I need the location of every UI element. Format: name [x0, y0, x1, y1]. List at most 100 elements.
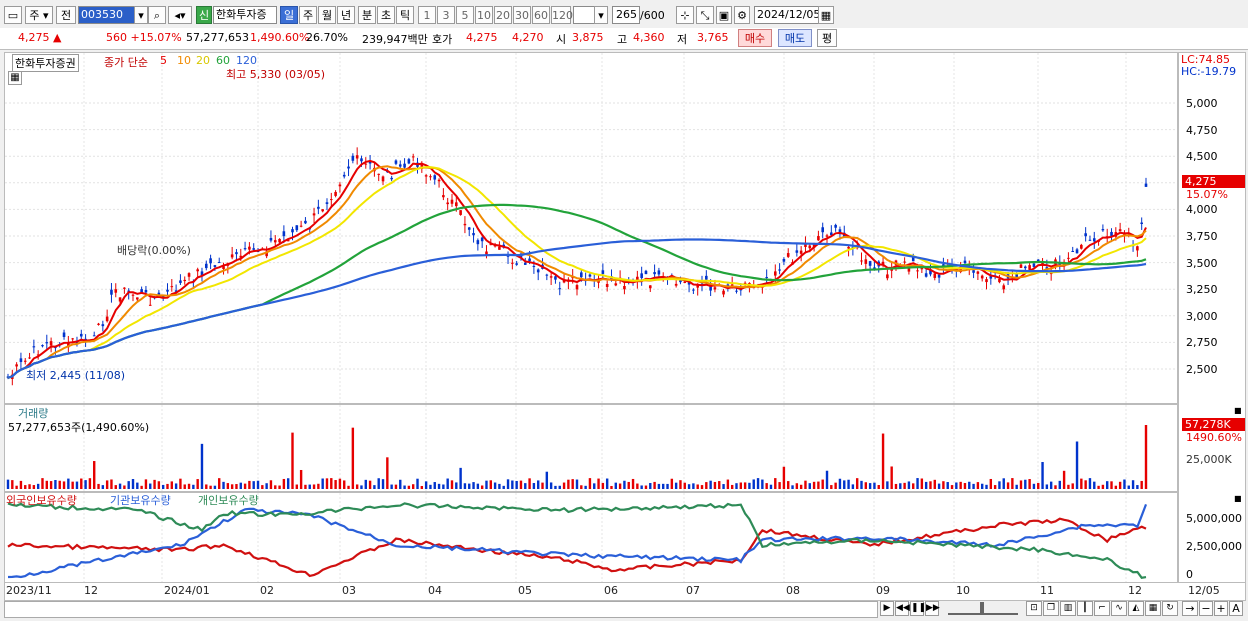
volume-value-text: 57,277,653주(1,490.60%)	[8, 421, 150, 434]
zoom-out-icon[interactable]: −	[1199, 601, 1213, 616]
candle-body	[342, 174, 346, 177]
candle-body	[623, 286, 626, 290]
volume-bar	[666, 483, 669, 489]
volume-bar	[218, 478, 221, 489]
candle-body	[886, 274, 889, 279]
price-y-tick: 5,000	[1186, 97, 1218, 110]
area-chart-icon[interactable]: ◭	[1128, 601, 1144, 616]
candle-icon[interactable]: ┃	[1077, 601, 1093, 616]
volume-bar	[187, 483, 191, 489]
candle-body	[916, 270, 919, 272]
pause-icon[interactable]: ❚❚	[910, 601, 926, 616]
fast-forward-icon[interactable]: ▶▶	[925, 601, 940, 616]
volume-bar	[166, 483, 169, 489]
volume-bar	[455, 482, 458, 489]
institution-holding-label[interactable]: 기관보유수량	[110, 492, 171, 508]
volume-bar	[1093, 481, 1096, 489]
volume-bar	[1045, 484, 1049, 489]
volume-bar	[532, 483, 536, 489]
close-icon[interactable]: ■	[1234, 494, 1242, 503]
grid-icon[interactable]: ▦	[1145, 601, 1161, 616]
candle-body	[243, 248, 247, 250]
volume-bar	[321, 478, 324, 489]
volume-bar	[1106, 481, 1109, 489]
candle-body	[683, 281, 687, 283]
volume-bar	[881, 433, 885, 489]
candle-body	[705, 275, 708, 280]
candle-body	[847, 246, 850, 249]
volume-bar	[778, 482, 781, 489]
volume-bar	[610, 485, 613, 489]
candle-body	[282, 231, 286, 237]
candle-body	[985, 279, 988, 283]
arrow-right-icon[interactable]: →	[1182, 601, 1198, 616]
zoom-in-icon[interactable]: +	[1214, 601, 1228, 616]
volume-bar	[950, 485, 954, 489]
ma-title[interactable]: 종가 단순	[104, 54, 148, 70]
candle-body	[217, 262, 221, 264]
candle-body	[549, 276, 553, 278]
holding-y-tick-2_5m: 2,500,000	[1186, 540, 1242, 553]
volume-bar	[838, 478, 842, 489]
volume-bar	[416, 478, 419, 489]
volume-bar	[722, 484, 725, 489]
volume-bar	[347, 485, 350, 489]
stock-legend-label[interactable]: 한화투자증권	[12, 54, 79, 72]
auto-scale-icon[interactable]: A	[1229, 601, 1243, 616]
volume-bar	[782, 466, 786, 489]
foreign-holding-label[interactable]: 외국인보유수량	[6, 492, 77, 508]
candle-body	[963, 260, 967, 264]
volume-bar	[1037, 482, 1040, 489]
volume-bar	[1054, 485, 1057, 489]
refresh-icon[interactable]: ↻	[1162, 601, 1178, 616]
candle-body	[407, 159, 411, 164]
candle-body	[148, 304, 152, 306]
line-chart-icon[interactable]: ∿	[1111, 601, 1127, 616]
volume-bar	[304, 484, 307, 489]
individual-holding-label[interactable]: 개인보유수량	[198, 492, 259, 508]
candle-body	[28, 357, 31, 359]
bars-icon[interactable]: ▥	[1060, 601, 1076, 616]
volume-bar	[886, 481, 889, 489]
ma5-label[interactable]: 5	[160, 54, 167, 67]
zoom-slider-handle[interactable]	[980, 602, 984, 614]
volume-bar	[993, 485, 997, 489]
candle-body	[325, 202, 329, 205]
volume-bar	[524, 483, 527, 489]
close-icon[interactable]: ■	[1234, 406, 1242, 415]
volume-bar	[140, 485, 143, 489]
price-y-tick: 3,750	[1186, 230, 1218, 243]
volume-bar	[317, 483, 320, 489]
volume-bar	[808, 483, 811, 489]
ma10-label[interactable]: 10	[177, 54, 191, 67]
volume-bar	[136, 482, 139, 489]
volume-bar	[1123, 479, 1126, 489]
volume-bar	[442, 484, 445, 489]
volume-bar	[502, 485, 505, 489]
play-icon[interactable]: ▶	[880, 601, 894, 616]
volume-bar	[174, 483, 178, 489]
horizontal-scrollbar[interactable]	[4, 601, 878, 618]
candle-body	[713, 287, 717, 290]
x-tick: 12/05	[1188, 584, 1220, 597]
copy-icon[interactable]: ❐	[1043, 601, 1059, 616]
volume-bar	[222, 481, 225, 489]
rewind-icon[interactable]: ◀◀	[895, 601, 910, 616]
volume-bar	[890, 466, 893, 489]
step-icon[interactable]: ⌐	[1094, 601, 1110, 616]
grid-toggle-icon[interactable]: ▦	[8, 71, 22, 85]
ma20-label[interactable]: 20	[196, 54, 210, 67]
x-tick: 06	[604, 584, 618, 597]
volume-bar	[855, 478, 859, 489]
candle-body	[980, 275, 984, 279]
candle-body	[144, 289, 148, 293]
candle-body	[187, 273, 191, 277]
volume-bar	[1144, 425, 1148, 489]
zoom-fit-icon[interactable]: ⊡	[1026, 601, 1042, 616]
candle-body	[545, 274, 549, 276]
ma-line	[7, 166, 1147, 379]
volume-bar	[1062, 470, 1066, 489]
volume-bar	[985, 484, 988, 489]
holding-line	[7, 504, 1148, 579]
candle-body	[398, 164, 402, 167]
